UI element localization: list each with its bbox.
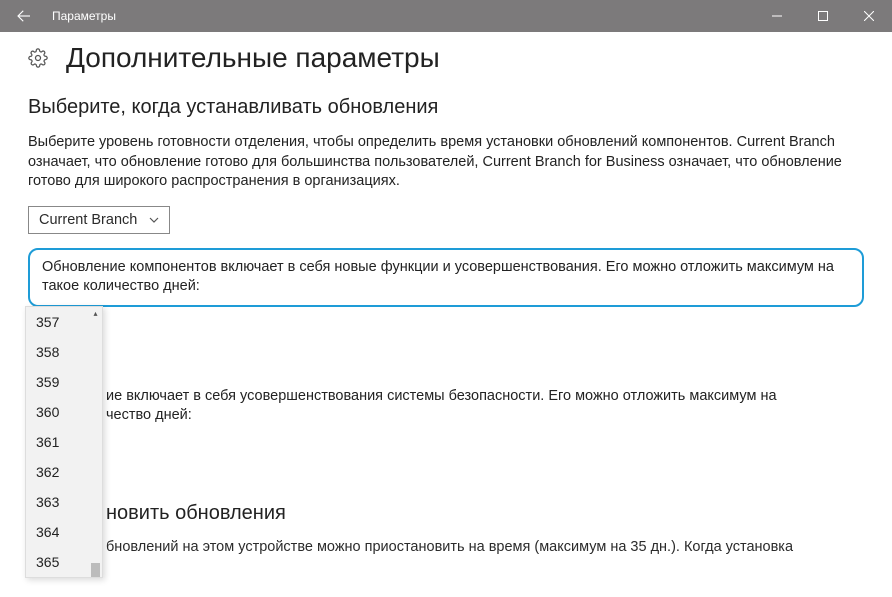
feature-defer-description: Обновление компонентов включает в себя н…	[42, 258, 850, 297]
section-description: Выберите уровень готовности отделения, ч…	[28, 133, 858, 192]
minimize-icon	[772, 11, 782, 21]
quality-defer-text-partial-1: ие включает в себя усовершенствования си…	[106, 387, 864, 407]
scrollbar-thumb[interactable]	[91, 563, 100, 577]
scroll-up-arrow[interactable]: ▴	[89, 307, 102, 320]
close-icon	[864, 11, 874, 21]
close-button[interactable]	[846, 0, 892, 32]
section-title-when-install: Выберите, когда устанавливать обновления	[28, 96, 864, 119]
content-area: Дополнительные параметры Выберите, когда…	[0, 32, 892, 555]
page-heading: Дополнительные параметры	[66, 42, 440, 74]
pause-updates-desc-partial: бновлений на этом устройстве можно приос…	[106, 539, 864, 555]
back-button[interactable]	[0, 0, 48, 32]
branch-readiness-select[interactable]: Current Branch	[28, 206, 170, 234]
feature-defer-highlight: Обновление компонентов включает в себя н…	[28, 248, 864, 307]
branch-select-value: Current Branch	[39, 212, 137, 228]
pause-updates-title-partial: новить обновления	[106, 502, 864, 525]
defer-days-dropdown[interactable]: 357358359360361362363364365 ▴	[25, 306, 103, 578]
minimize-button[interactable]	[754, 0, 800, 32]
gear-icon	[28, 48, 48, 68]
dropdown-scrollbar[interactable]: ▴	[89, 307, 102, 577]
window-title: Параметры	[48, 9, 754, 23]
chevron-down-icon	[149, 215, 159, 225]
quality-defer-text-partial-2: чество дней:	[106, 406, 864, 426]
arrow-left-icon	[15, 7, 33, 25]
titlebar: Параметры	[0, 0, 892, 32]
maximize-button[interactable]	[800, 0, 846, 32]
maximize-icon	[818, 11, 828, 21]
